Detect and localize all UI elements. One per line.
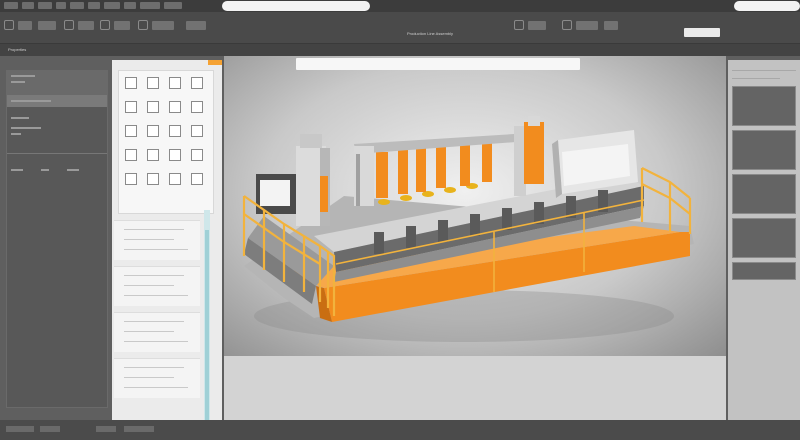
rotate-icon[interactable]: [100, 20, 110, 30]
tool-button[interactable]: [78, 21, 94, 30]
view-thumbnail[interactable]: [732, 174, 796, 214]
property-label: [11, 100, 51, 102]
document-title: Production Line Assembly: [406, 31, 454, 36]
status-bar: [0, 420, 800, 440]
thumbnail-icon[interactable]: [147, 125, 159, 137]
views-panel: [728, 60, 800, 420]
property-label: [11, 127, 41, 129]
menu-bar: [0, 0, 800, 12]
menu-edit[interactable]: [22, 2, 34, 9]
property-label: [41, 169, 49, 171]
account-field[interactable]: [734, 1, 800, 11]
thumbnail-icon[interactable]: [147, 149, 159, 161]
thumbnail-icon[interactable]: [125, 173, 137, 185]
library-scrollbar[interactable]: [204, 210, 210, 440]
menu-help[interactable]: [124, 2, 136, 9]
property-label: [11, 133, 21, 135]
divider: [7, 153, 107, 154]
tool-button[interactable]: [576, 21, 598, 30]
status-item: [6, 426, 34, 432]
tool-button[interactable]: [114, 21, 130, 30]
menu-file[interactable]: [4, 2, 18, 9]
thumbnail-grid: [118, 70, 214, 214]
menu-extra-2[interactable]: [164, 2, 182, 9]
status-item: [40, 426, 60, 432]
thumbnail-icon[interactable]: [147, 173, 159, 185]
schematic-sheet[interactable]: [114, 312, 200, 352]
thumbnail-icon[interactable]: [169, 149, 181, 161]
menu-tools[interactable]: [88, 2, 100, 9]
property-label: [11, 75, 35, 77]
settings-icon[interactable]: [562, 20, 572, 30]
properties-panel: [6, 70, 108, 408]
view-thumbnail[interactable]: [732, 86, 796, 126]
view-thumbnail[interactable]: [732, 218, 796, 258]
render-button[interactable]: [684, 28, 720, 37]
tool-button[interactable]: [186, 21, 206, 30]
viewport-footer: [224, 356, 726, 420]
thumbnail-icon[interactable]: [125, 101, 137, 113]
library-accent-tab[interactable]: [208, 60, 222, 65]
thumbnail-icon[interactable]: [169, 77, 181, 89]
thumbnail-icon[interactable]: [191, 101, 203, 113]
menu-window[interactable]: [104, 2, 120, 9]
thumbnail-icon[interactable]: [191, 125, 203, 137]
menu-format[interactable]: [70, 2, 84, 9]
panel-header-strip: Properties: [0, 44, 800, 56]
panel-line: [732, 70, 796, 71]
properties-section[interactable]: [7, 95, 107, 107]
tool-button[interactable]: [152, 21, 174, 30]
menu-extra[interactable]: [140, 2, 160, 9]
new-file-icon[interactable]: [4, 20, 14, 30]
thumbnail-icon[interactable]: [125, 149, 137, 161]
tool-button[interactable]: [528, 21, 546, 30]
thumbnail-icon[interactable]: [125, 125, 137, 137]
schematic-sheet[interactable]: [114, 220, 200, 260]
thumbnail-icon[interactable]: [169, 173, 181, 185]
thumbnail-icon[interactable]: [169, 125, 181, 137]
schematic-sheet[interactable]: [114, 358, 200, 398]
production-line-model[interactable]: [224, 56, 726, 356]
asset-library-panel: [112, 60, 222, 440]
property-label: [11, 169, 23, 171]
property-label: [11, 81, 25, 83]
tool-button[interactable]: [604, 21, 618, 30]
panel-title: Properties: [8, 47, 27, 52]
menu-view[interactable]: [38, 2, 52, 9]
property-label: [67, 169, 79, 171]
tool-button[interactable]: [18, 21, 32, 30]
properties-header: [7, 71, 107, 95]
select-icon[interactable]: [64, 20, 74, 30]
view-thumbnail[interactable]: [732, 130, 796, 170]
thumbnail-icon[interactable]: [191, 173, 203, 185]
search-input[interactable]: [222, 1, 370, 11]
status-item: [96, 426, 116, 432]
panel-line: [732, 78, 780, 79]
property-label: [11, 117, 29, 119]
schematic-sheet[interactable]: [114, 266, 200, 306]
layers-icon[interactable]: [514, 20, 524, 30]
toolbar: Production Line Assembly: [0, 12, 800, 44]
thumbnail-icon[interactable]: [147, 77, 159, 89]
menu-insert[interactable]: [56, 2, 66, 9]
zoom-icon[interactable]: [138, 20, 148, 30]
thumbnail-icon[interactable]: [191, 77, 203, 89]
scroll-icon[interactable]: [205, 230, 209, 440]
thumbnail-icon[interactable]: [125, 77, 137, 89]
thumbnail-icon[interactable]: [147, 101, 159, 113]
thumbnail-icon[interactable]: [169, 101, 181, 113]
thumbnail-icon[interactable]: [191, 149, 203, 161]
status-item: [124, 426, 154, 432]
tool-button[interactable]: [38, 21, 56, 30]
view-thumbnail[interactable]: [732, 262, 796, 280]
